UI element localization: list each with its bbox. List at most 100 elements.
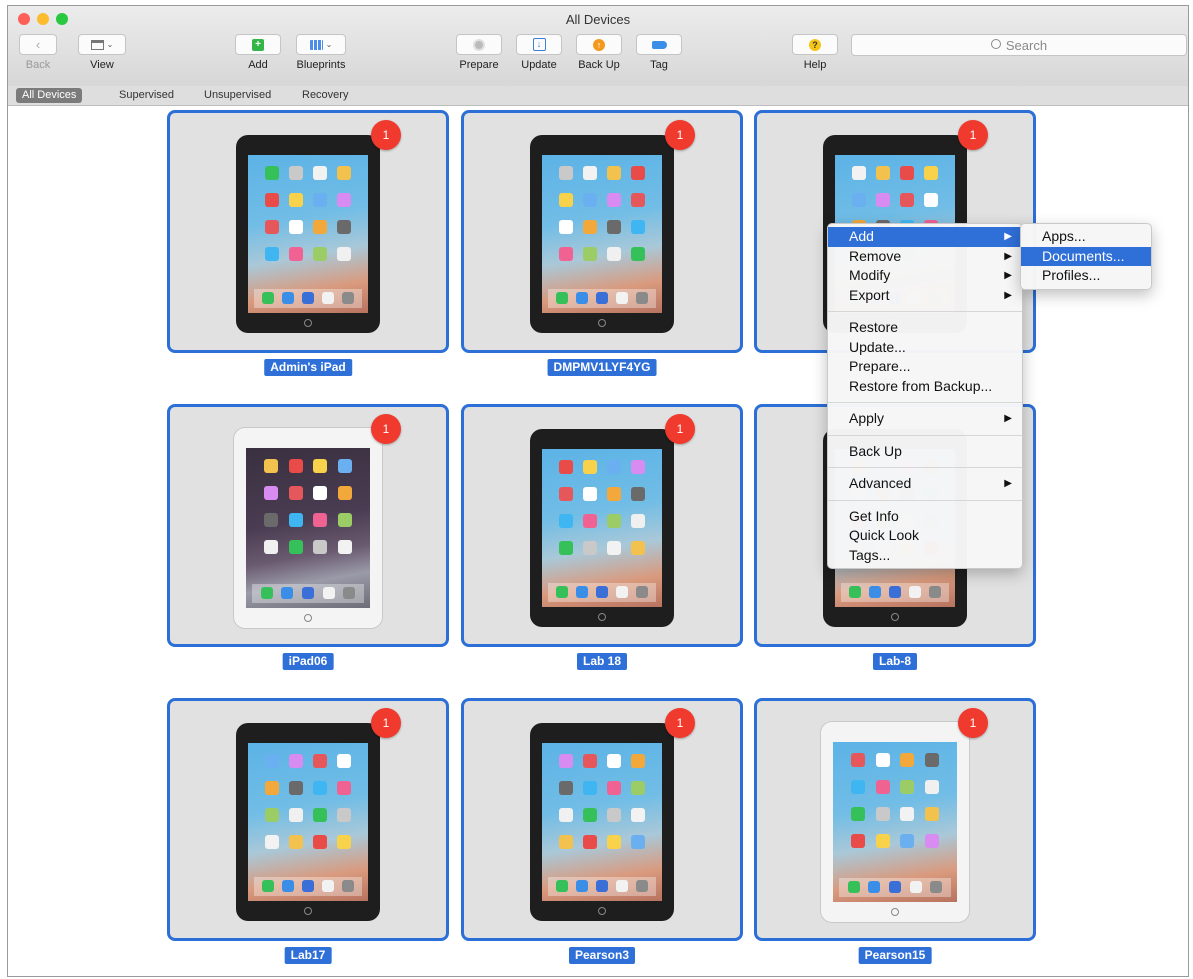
device-tile[interactable]: 1 (461, 110, 743, 353)
device-name-label[interactable]: iPad06 (282, 653, 334, 670)
menu-item-label: Add (849, 228, 874, 244)
device-tile[interactable]: 1 (461, 404, 743, 647)
tab-supervised[interactable]: Supervised (113, 88, 180, 103)
app-icon (337, 807, 351, 822)
add-submenu: Apps... Documents... Profiles... (1020, 223, 1152, 290)
menu-item-back-up[interactable]: Back Up (828, 442, 1022, 462)
app-icon (288, 458, 303, 473)
app-icon (263, 458, 278, 473)
dock-app-icon (616, 292, 628, 305)
device-tile[interactable]: 1 (167, 404, 449, 647)
menu-item-label: Advanced (849, 475, 912, 491)
app-icon (631, 486, 645, 501)
dock-app-icon (616, 586, 628, 599)
device-name-label[interactable]: Pearson3 (568, 947, 636, 964)
menu-item-label: Prepare... (849, 358, 911, 374)
menu-item-tags[interactable]: Tags... (828, 546, 1022, 566)
menu-item-quick-look[interactable]: Quick Look (828, 526, 1022, 546)
app-icon (607, 246, 621, 261)
tag-button[interactable]: Tag (636, 34, 682, 71)
menu-item-export[interactable]: Export ▶ (828, 286, 1022, 306)
view-button[interactable]: ⌄ View (78, 34, 126, 71)
app-icon (900, 752, 915, 767)
submenu-item-documents[interactable]: Documents... (1021, 246, 1151, 266)
backup-button[interactable]: ↑ Back Up (576, 34, 622, 71)
app-icon-grid (554, 165, 650, 261)
device-tile[interactable]: 1 (167, 110, 449, 353)
device-tile[interactable]: 1 (754, 698, 1036, 941)
prepare-button[interactable]: Prepare (456, 34, 502, 71)
app-icon-grid (260, 165, 356, 261)
update-label: Update (521, 59, 557, 71)
blueprints-control[interactable]: ⌄ (296, 34, 346, 55)
app-icon (876, 165, 890, 180)
app-icon (559, 807, 573, 822)
ipad-image (530, 722, 674, 921)
dock-app-icon (322, 292, 334, 305)
view-control[interactable]: ⌄ (78, 34, 126, 55)
device-name-label[interactable]: DMPMV1LYF4YG (547, 359, 657, 376)
menu-item-label: Get Info (849, 507, 899, 524)
submenu-item-profiles[interactable]: Profiles... (1021, 266, 1151, 286)
device-tile[interactable]: 1 (461, 698, 743, 941)
add-button[interactable]: + Add (235, 34, 281, 71)
app-icon (289, 834, 303, 849)
dock-app-icon (262, 880, 274, 893)
menu-item-restore-from-backup[interactable]: Restore from Backup... (828, 377, 1022, 397)
prepare-control[interactable] (456, 34, 502, 55)
help-label: Help (803, 59, 827, 71)
dock-app-icon (282, 292, 294, 305)
app-icon (583, 834, 597, 849)
tab-all-devices[interactable]: All Devices (16, 88, 83, 103)
app-icon (607, 834, 621, 849)
menu-item-restore[interactable]: Restore (828, 318, 1022, 338)
device-name-label[interactable]: Pearson15 (858, 947, 932, 964)
app-icon (900, 806, 915, 821)
update-control[interactable]: ↓ (516, 34, 562, 55)
device-name-label[interactable]: Admin's iPad (264, 359, 352, 376)
help-control[interactable]: ? (792, 34, 838, 55)
menu-item-update[interactable]: Update... (828, 338, 1022, 358)
device-name-label[interactable]: Lab-8 (872, 653, 918, 670)
dock-app-icon (869, 586, 881, 599)
menu-item-modify[interactable]: Modify ▶ (828, 266, 1022, 286)
device-name-label[interactable]: Lab 18 (576, 653, 628, 670)
tab-unsupervised[interactable]: Unsupervised (198, 88, 277, 103)
device-name-label[interactable]: Lab17 (284, 947, 332, 964)
back-control[interactable]: ‹ (19, 34, 57, 55)
app-icon (583, 192, 597, 207)
update-count-badge: 1 (371, 120, 401, 150)
tag-control[interactable] (636, 34, 682, 55)
help-button[interactable]: ? Help (792, 34, 838, 71)
app-icon (631, 753, 645, 768)
dock-app-icon (909, 586, 921, 599)
blueprints-button[interactable]: ⌄ Blueprints (296, 34, 346, 71)
app-icon (631, 165, 645, 180)
update-count-badge: 1 (665, 120, 695, 150)
app-icon (631, 459, 645, 474)
menu-item-get-info[interactable]: Get Info (828, 507, 1022, 527)
menu-item-apply[interactable]: Apply ▶ (828, 409, 1022, 429)
back-button[interactable]: ‹ Back (19, 34, 57, 71)
chevron-left-icon: ‹ (35, 37, 41, 52)
submenu-item-apps[interactable]: Apps... (1021, 227, 1151, 247)
tab-recovery[interactable]: Recovery (296, 88, 354, 103)
dock-app-icon (342, 292, 354, 305)
app-icon (337, 834, 351, 849)
menu-item-add[interactable]: Add ▶ (828, 227, 1022, 247)
app-icon (607, 219, 621, 234)
submenu-arrow-icon: ▶ (1004, 289, 1012, 301)
app-icon (583, 513, 597, 528)
home-button-icon (304, 318, 312, 327)
app-icon (631, 807, 645, 822)
tag-label: Tag (650, 59, 668, 71)
add-control[interactable]: + (235, 34, 281, 55)
device-tile[interactable]: 1 (167, 698, 449, 941)
update-button[interactable]: ↓ Update (516, 34, 562, 71)
menu-item-label: Back Up (849, 442, 902, 459)
search-field[interactable]: Search (851, 34, 1187, 56)
menu-item-remove[interactable]: Remove ▶ (828, 247, 1022, 267)
menu-item-advanced[interactable]: Advanced ▶ (828, 474, 1022, 494)
backup-control[interactable]: ↑ (576, 34, 622, 55)
menu-item-prepare[interactable]: Prepare... (828, 357, 1022, 377)
